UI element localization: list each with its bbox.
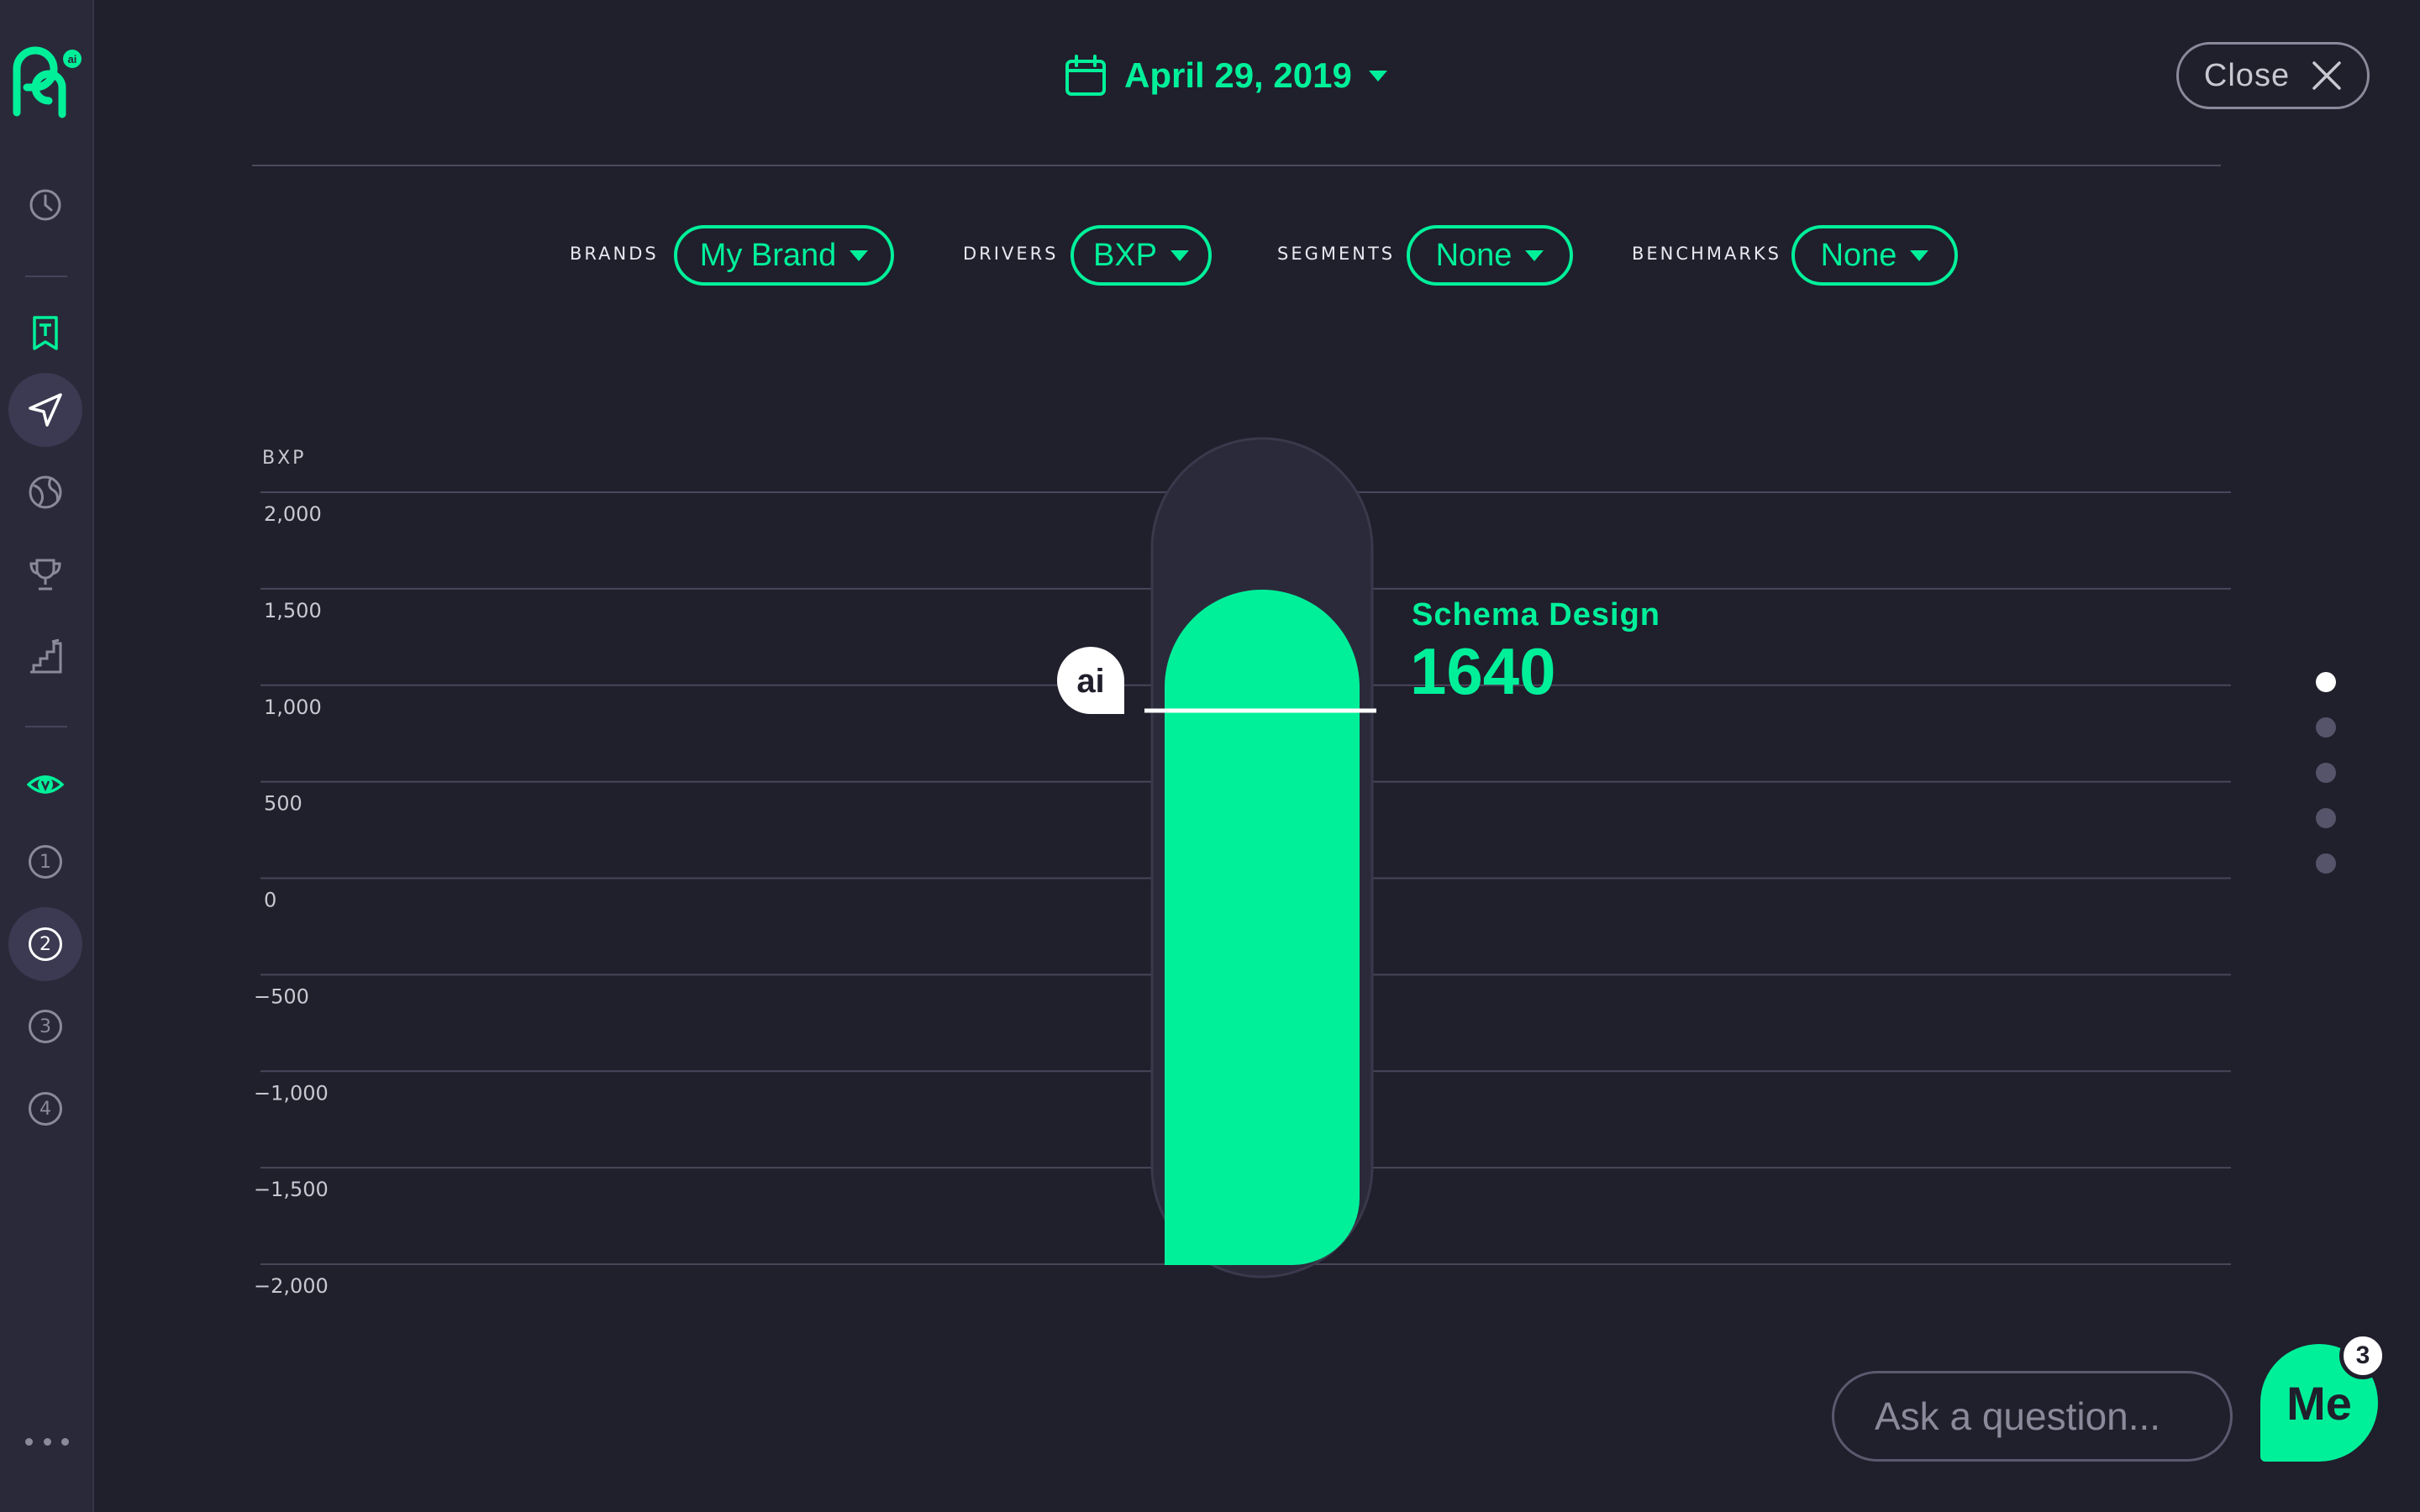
y-tick-label: 1,000 bbox=[264, 696, 322, 719]
bxp-bar-chart: BXP 2,000 1,500 1,000 500 0 −500 −1,000 −1,500 −… bbox=[254, 437, 2231, 1298]
y-tick-label: −1,000 bbox=[254, 1081, 329, 1105]
y-tick-label: −500 bbox=[254, 984, 309, 1008]
y-tick-label: 2,000 bbox=[264, 502, 322, 526]
page-dot[interactable] bbox=[2316, 853, 2336, 874]
page-dot[interactable] bbox=[2316, 717, 2336, 738]
ai-marker-label: ai bbox=[1076, 663, 1104, 700]
y-axis-title: BXP bbox=[262, 448, 306, 469]
page-dot[interactable] bbox=[2316, 763, 2336, 783]
bar-name-label: Schema Design bbox=[1412, 597, 1660, 633]
y-tick-label: 1,500 bbox=[264, 599, 322, 622]
page-dot[interactable] bbox=[2316, 672, 2336, 692]
bar-value-label: 1640 bbox=[1410, 634, 1556, 708]
bar-schema-design[interactable] bbox=[1165, 590, 1360, 1265]
ask-question-input[interactable] bbox=[1832, 1371, 2233, 1462]
notification-badge: 3 bbox=[2339, 1332, 2386, 1379]
y-axis-ticks: 2,000 1,500 1,000 500 0 −500 −1,000 −1,500 −2,00… bbox=[254, 502, 329, 1298]
y-tick-label: −1,500 bbox=[254, 1178, 329, 1201]
y-tick-label: 0 bbox=[264, 889, 276, 912]
ai-marker-icon[interactable]: ai bbox=[1057, 647, 1124, 714]
page-indicator bbox=[2316, 672, 2336, 899]
page-dot[interactable] bbox=[2316, 808, 2336, 828]
y-tick-label: 500 bbox=[264, 792, 302, 816]
y-tick-label: −2,000 bbox=[254, 1274, 329, 1298]
